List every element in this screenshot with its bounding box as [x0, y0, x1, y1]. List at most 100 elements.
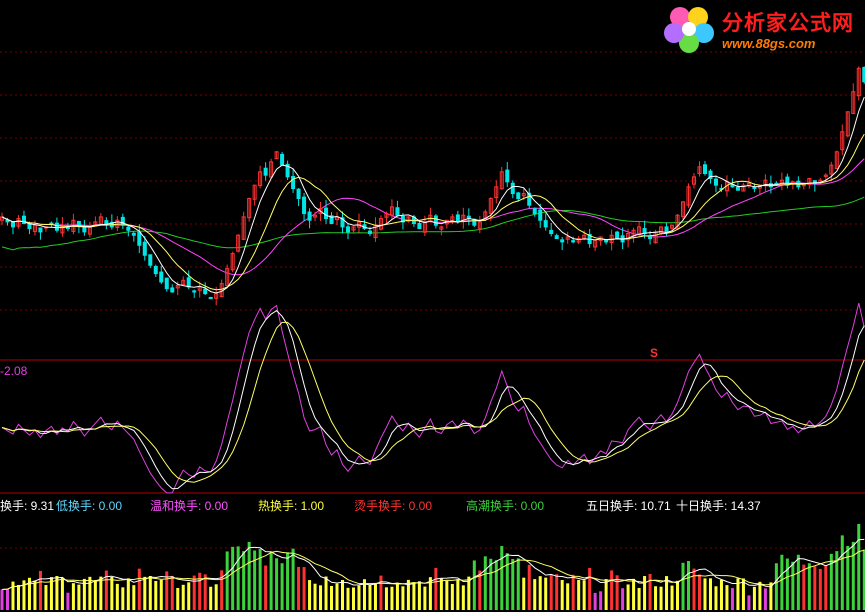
logo-url: www.88gs.com: [722, 36, 816, 51]
volume-bar: [483, 556, 487, 610]
volume-bar: [505, 553, 509, 610]
volume-bar: [5, 588, 10, 610]
volume-bar: [154, 581, 158, 610]
volume-bar: [297, 566, 301, 610]
volume-bar: [560, 580, 564, 610]
candle-body: [54, 222, 59, 231]
volume-bar: [121, 587, 125, 610]
candle-body: [571, 240, 576, 243]
volume-bar: [286, 552, 290, 610]
chart-canvas: [0, 51, 865, 610]
volume-legend-item: 五日换手: 10.71: [586, 499, 671, 513]
volume-bar: [181, 584, 185, 610]
candle-body: [302, 196, 307, 215]
volume-bar: [593, 592, 597, 610]
candle-body: [615, 231, 620, 240]
candle-body: [713, 178, 718, 186]
volume-bar: [242, 551, 246, 610]
volume-bar: [346, 587, 350, 610]
volume-bar: [676, 580, 680, 610]
volume-bar: [280, 563, 284, 610]
volume-bar: [780, 554, 784, 610]
candle-body: [307, 211, 312, 221]
volume-legend-item: 温和换手: 0.00: [150, 499, 229, 513]
volume-bar: [599, 591, 603, 610]
volume-bar: [472, 560, 476, 610]
volume-bar: [785, 558, 789, 610]
volume-bar: [38, 570, 42, 610]
candle-body: [291, 175, 296, 190]
candle-body: [345, 226, 351, 233]
volume-bar: [824, 565, 828, 610]
volume-legend-item: 烫手换手: 0.00: [354, 499, 433, 513]
candle-body: [65, 226, 70, 230]
candle-body: [263, 167, 268, 176]
volume-bar: [159, 579, 163, 610]
candle-body: [604, 239, 609, 243]
volume-bar: [203, 574, 207, 610]
volume-bar: [747, 595, 751, 610]
volume-bar: [275, 558, 279, 610]
volume-bar: [544, 577, 548, 610]
volume-bar: [379, 575, 383, 610]
candle-body: [208, 297, 213, 300]
signal-marker: S: [650, 346, 659, 360]
candle-body: [516, 192, 521, 200]
volume-bar: [0, 589, 4, 610]
volume-bar: [88, 576, 92, 610]
volume-legend-item: 十日换手: 14.37: [676, 499, 761, 513]
volume-bar: [588, 567, 592, 610]
volume-bar: [533, 579, 537, 610]
volume-bar: [330, 585, 334, 610]
volume-bar: [846, 545, 850, 610]
volume-bar: [549, 574, 553, 610]
site-logo[interactable]: 分析家公式网 www.88gs.com: [664, 3, 864, 55]
volume-legend-item: 换手: 9.31: [0, 499, 55, 513]
volume-bar: [813, 566, 817, 610]
volume-bar: [516, 558, 520, 610]
volume-bar: [395, 582, 399, 610]
volume-bar: [818, 568, 822, 610]
volume-bar: [456, 579, 460, 610]
volume-bar: [714, 586, 718, 610]
candle-body: [164, 277, 169, 290]
volume-bar: [143, 576, 147, 610]
volume-bar: [500, 546, 504, 610]
volume-bar: [511, 559, 515, 610]
volume-bar: [225, 551, 229, 610]
candle-body: [560, 239, 565, 243]
volume-bar: [373, 583, 377, 610]
volume-bar: [66, 592, 70, 610]
volume-bar: [148, 576, 152, 610]
candle-body: [82, 226, 87, 233]
volume-bar: [384, 587, 388, 610]
volume-bar: [170, 575, 174, 610]
volume-bar: [763, 588, 767, 610]
candle-body: [203, 288, 208, 295]
volume-bar: [417, 581, 421, 610]
volume-bar: [247, 541, 251, 610]
volume-bar: [99, 576, 103, 610]
volume-bar: [264, 565, 268, 610]
volume-bar: [187, 582, 191, 610]
candle-body: [153, 265, 158, 275]
candle-body: [510, 182, 515, 195]
volume-bar: [829, 553, 833, 610]
volume-bar: [423, 586, 427, 610]
candle-body: [76, 220, 81, 226]
volume-bar: [368, 584, 372, 610]
flower-logo-icon: [664, 7, 714, 53]
volume-bar: [851, 541, 855, 610]
candle-body: [170, 287, 175, 293]
volume-bar: [791, 561, 795, 610]
volume-bar: [626, 584, 630, 610]
candle-body: [538, 209, 543, 221]
volume-bar: [60, 577, 64, 610]
volume-bar: [840, 535, 844, 610]
candle-body: [554, 235, 559, 240]
candle-body: [455, 214, 460, 223]
candle-body: [280, 153, 285, 166]
candle-body: [790, 181, 795, 184]
volume-bar: [319, 585, 323, 610]
volume-bar: [703, 578, 707, 610]
